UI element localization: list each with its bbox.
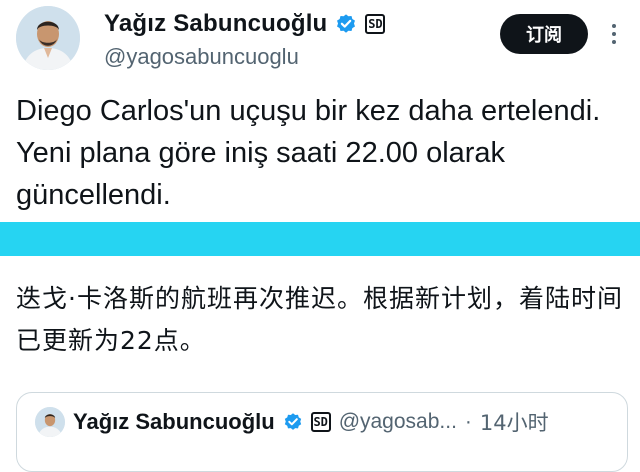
quoted-author-name: Yağız Sabuncuoğlu [73,409,275,434]
affiliate-badge-icon: SD [310,412,331,432]
verified-badge-icon [337,14,356,33]
subscribe-button[interactable]: 订阅 [500,14,588,54]
quoted-author-handle: @yagosab... [338,410,457,433]
more-icon[interactable] [606,18,622,50]
tweet-text: Diego Carlos'un uçuşu bir kez daha ertel… [16,95,601,211]
translation-text: 迭戈·卡洛斯的航班再次推迟。根据新计划，着陆时间已更新为22点。 [16,284,623,355]
avatar-photo-icon [16,6,80,70]
verified-badge-icon [284,413,301,430]
author-handle[interactable]: @yagosabuncuoglu [104,44,299,70]
translation-divider-banner [0,222,640,256]
author-avatar[interactable] [16,6,80,70]
author-display-name[interactable]: Yağız Sabuncuoğlu [104,10,327,38]
author-name-row: Yağız Sabuncuoğlu SD [104,10,386,38]
affiliate-badge-icon[interactable]: SD [365,14,386,34]
quoted-tweet-card[interactable]: Yağız Sabuncuoğlu SD @yagosab... · 14小时 [16,392,628,472]
quoted-separator: · [464,410,472,433]
